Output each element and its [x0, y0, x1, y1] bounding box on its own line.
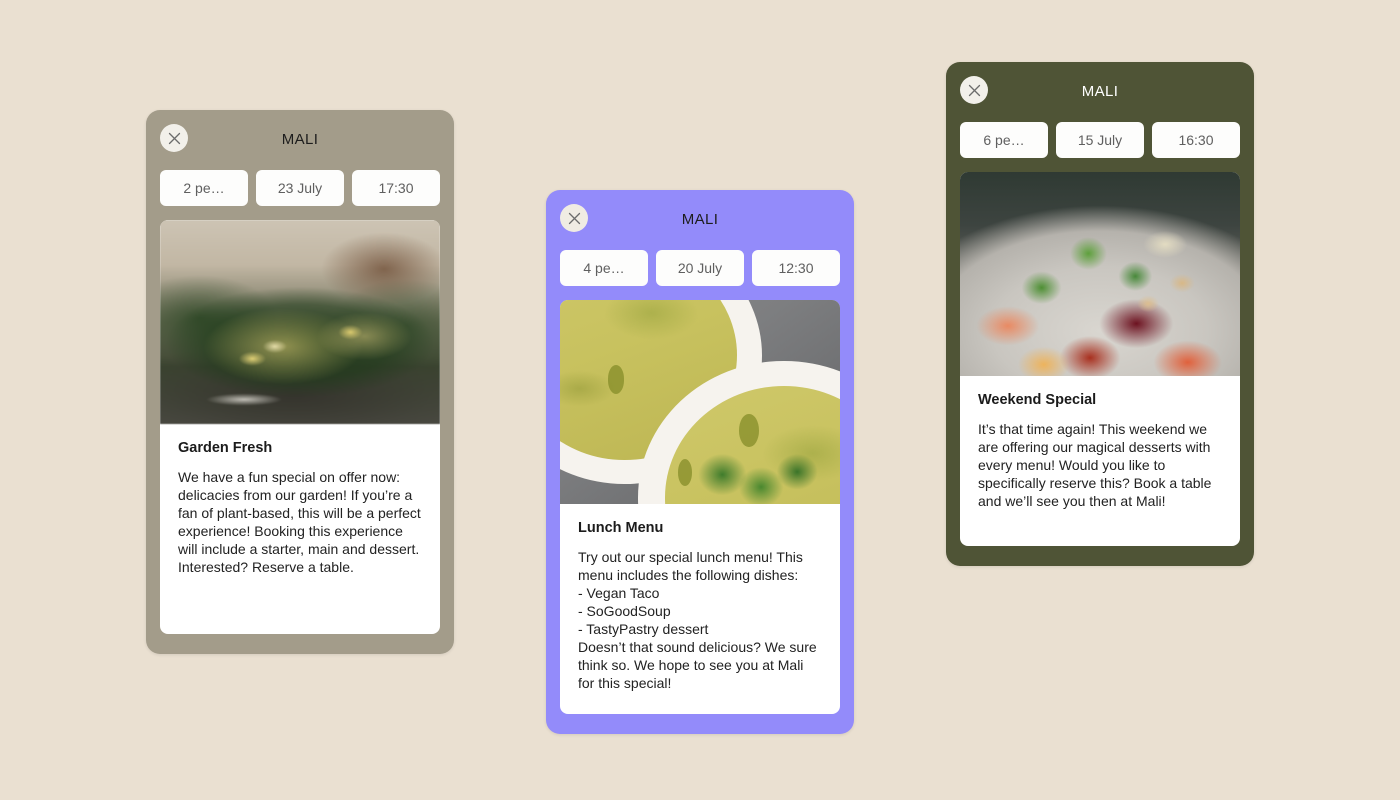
party-size-pill[interactable]: 2 pe…: [160, 170, 248, 206]
offer-text-block: Garden Fresh We have a fun special on of…: [160, 424, 440, 634]
oil-drizzle-1: [739, 414, 759, 447]
card-header: MALI: [160, 124, 440, 156]
offer-image-beet-citrus-salad: [960, 172, 1240, 376]
date-pill[interactable]: 23 July: [256, 170, 344, 206]
card-header: MALI: [960, 76, 1240, 108]
offer-image-soup-bowls: [560, 300, 840, 504]
reservation-card-garden-fresh: MALI 2 pe… 23 July 17:30 Garden Fresh We…: [146, 110, 454, 654]
date-pill[interactable]: 15 July: [1056, 122, 1144, 158]
restaurant-name: MALI: [281, 131, 319, 148]
offer-text-block: Weekend Special It’s that time again! Th…: [960, 376, 1240, 546]
party-size-pill[interactable]: 6 pe…: [960, 122, 1048, 158]
time-pill[interactable]: 16:30: [1152, 122, 1240, 158]
offer-description: Try out our special lunch menu! This men…: [578, 549, 817, 691]
close-button[interactable]: [960, 76, 988, 104]
close-icon: [968, 84, 981, 97]
close-icon: [568, 212, 581, 225]
offer-heading: Weekend Special: [978, 392, 1097, 408]
close-icon: [168, 132, 181, 145]
reservation-card-lunch-menu: MALI 4 pe… 20 July 12:30 Lunch Menu Try …: [546, 190, 854, 734]
offer-description: We have a fun special on offer now: deli…: [178, 469, 421, 575]
oil-drizzle-3: [607, 365, 625, 394]
offer-panel: Lunch Menu Try out our special lunch men…: [560, 300, 840, 714]
offer-panel: Weekend Special It’s that time again! Th…: [960, 172, 1240, 546]
close-button[interactable]: [160, 124, 188, 152]
booking-pill-row: 4 pe… 20 July 12:30: [560, 250, 840, 286]
party-size-pill[interactable]: 4 pe…: [560, 250, 648, 286]
reservation-card-weekend-special: MALI 6 pe… 15 July 16:30 Weekend Special…: [946, 62, 1254, 566]
time-pill[interactable]: 17:30: [352, 170, 440, 206]
booking-pill-row: 6 pe… 15 July 16:30: [960, 122, 1240, 158]
restaurant-name: MALI: [681, 211, 719, 228]
restaurant-name: MALI: [1081, 83, 1119, 100]
time-pill[interactable]: 12:30: [752, 250, 840, 286]
offer-description: It’s that time again! This weekend we ar…: [978, 421, 1212, 510]
booking-pill-row: 2 pe… 23 July 17:30: [160, 170, 440, 206]
cilantro-garnish: [694, 446, 824, 504]
oil-drizzle-2: [677, 459, 692, 486]
offer-text-block: Lunch Menu Try out our special lunch men…: [560, 504, 840, 714]
offer-heading: Lunch Menu: [578, 520, 664, 536]
offer-image-broccolini-salad: [160, 220, 440, 424]
date-pill[interactable]: 20 July: [656, 250, 744, 286]
offer-heading: Garden Fresh: [178, 440, 273, 456]
offer-panel: Garden Fresh We have a fun special on of…: [160, 220, 440, 634]
close-button[interactable]: [560, 204, 588, 232]
card-header: MALI: [560, 204, 840, 236]
